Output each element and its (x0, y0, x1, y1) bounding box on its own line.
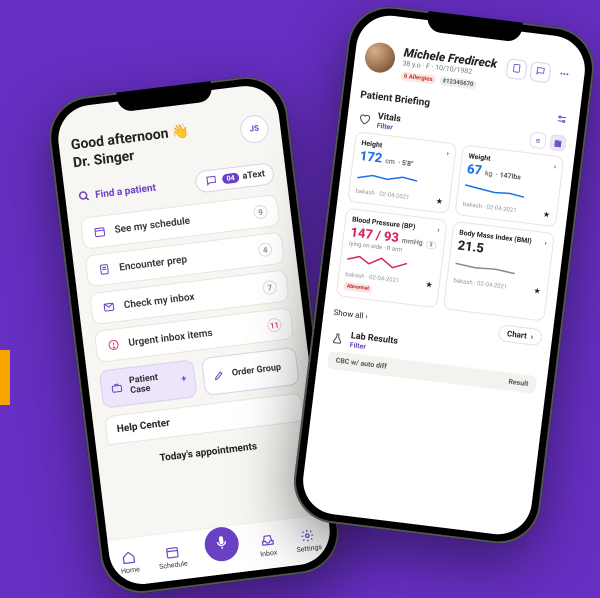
quick-count: 11 (267, 317, 283, 333)
phone-patient: Michele Fredireck 38 y.o · F · 10/10/198… (289, 2, 599, 548)
settings-icon[interactable] (554, 111, 570, 127)
vital-unit: kg (484, 169, 493, 178)
star-icon[interactable]: ★ (533, 286, 541, 296)
vital-bp[interactable]: Blood Pressure (BP)› 147 / 93 mmHg2 lyin… (336, 208, 448, 309)
vital-alt: 5'8" (401, 159, 413, 168)
briefing-title: Patient Briefing (360, 89, 431, 108)
tab-label: Schedule (159, 559, 188, 570)
more-icon: ••• (559, 70, 569, 81)
vital-value: 67 (466, 162, 483, 179)
tab-label: Inbox (260, 548, 278, 558)
tab-schedule[interactable]: Schedule (157, 543, 188, 570)
clipboard-icon (97, 262, 113, 278)
case-label: Patient Case (129, 371, 177, 396)
vital-meta: bakash · 02-04-2021 (462, 201, 517, 215)
chevron-right-icon: › (544, 239, 547, 247)
heart-icon (357, 111, 373, 127)
vital-label: Weight (468, 152, 491, 163)
abnormal-flag: Abnormal (343, 282, 372, 293)
note-icon (511, 62, 523, 76)
star-icon[interactable]: ★ (435, 196, 443, 206)
atext-count: 04 (222, 172, 239, 184)
quick-label: See my schedule (114, 215, 191, 235)
quick-label: Check my inbox (123, 291, 195, 311)
greeting: Good afternoon 👋 Dr. Singer JS (70, 114, 271, 173)
tab-label: Home (121, 565, 141, 575)
star-icon[interactable]: ★ (542, 210, 550, 220)
chat-icon (535, 65, 547, 79)
atext-label: aText (242, 169, 266, 182)
tab-settings[interactable]: Settings (294, 527, 322, 554)
star-icon[interactable]: ★ (425, 280, 433, 290)
plus-icon: + (181, 374, 187, 385)
vital-weight[interactable]: Weight› 67 kg · 147lbs bakash · 02-04-20… (454, 144, 564, 227)
tab-label: Settings (296, 543, 322, 554)
allergy-tag[interactable]: 6 Allergies (400, 71, 436, 84)
inbox-icon (101, 299, 117, 315)
chevron-right-icon: › (530, 332, 534, 341)
vital-bmi[interactable]: Body Mass Index (BMI)› 21.5 bakash · 02-… (443, 221, 555, 322)
lab-col-name: CBC w/ auto diff (335, 356, 387, 370)
find-patient-label: Find a patient (95, 182, 157, 200)
trend-badge: 2 (425, 241, 437, 250)
view-list[interactable]: ≡ (529, 132, 547, 150)
quick-count: 7 (262, 280, 278, 296)
vital-meta: bakash · 02-04-2021 (453, 277, 508, 291)
sparkline (464, 181, 525, 202)
vital-value: 172 (359, 149, 383, 167)
lab-col-result: Result (508, 378, 529, 388)
inbox-icon (259, 532, 275, 548)
message-button[interactable] (529, 61, 551, 83)
vital-alt: 147lbs (499, 171, 521, 182)
calendar-icon (92, 224, 108, 240)
chevron-right-icon: › (437, 226, 440, 234)
list-icon: ≡ (535, 136, 541, 146)
chart-button[interactable]: Chart› (497, 324, 543, 346)
patient-photo[interactable] (363, 41, 396, 74)
vital-label: Height (361, 139, 383, 149)
gear-icon (300, 527, 316, 543)
phone-dashboard: Good afternoon 👋 Dr. Singer JS Find a pa… (44, 72, 343, 598)
tab-home[interactable]: Home (119, 549, 141, 575)
find-patient-link[interactable]: Find a patient (76, 181, 156, 205)
user-avatar[interactable]: JS (239, 114, 270, 145)
alert-icon (106, 337, 122, 353)
note-button[interactable] (505, 58, 527, 80)
search-icon (76, 189, 92, 205)
home-icon (121, 549, 137, 565)
sparkline (357, 168, 418, 189)
tab-inbox[interactable]: Inbox (258, 532, 278, 558)
quick-count: 9 (253, 204, 269, 220)
chevron-right-icon: › (553, 163, 556, 171)
quick-count: 4 (257, 242, 273, 258)
voice-fab[interactable] (203, 525, 241, 563)
chat-icon (204, 173, 220, 189)
mrn-tag: #12345670 (439, 76, 477, 89)
order-label: Order Group (231, 363, 281, 379)
edit-icon (211, 367, 227, 383)
vital-height[interactable]: Height› 172 cm · 5'8" bakash · 02-04-202… (347, 131, 457, 214)
calendar-icon (164, 544, 180, 560)
vital-value: 21.5 (457, 239, 485, 257)
grid-icon: ▦ (554, 138, 563, 148)
atext-button[interactable]: 04 aText (195, 162, 276, 193)
more-button[interactable]: ••• (553, 64, 575, 86)
quick-label: Urgent inbox items (128, 327, 213, 348)
sparkline (455, 257, 516, 278)
new-order-group[interactable]: Order Group (201, 347, 300, 396)
vital-meta: bakash · 02-04-2021 (355, 188, 410, 202)
flask-icon (330, 331, 346, 347)
chevron-right-icon: › (446, 149, 449, 157)
briefcase-icon (109, 380, 125, 396)
quick-label: Encounter prep (119, 254, 188, 273)
sparkline (346, 251, 407, 272)
bottom-tabbar: Home Schedule Inbox Settings (107, 513, 333, 588)
mic-icon (213, 533, 231, 555)
vital-unit: mmHg (401, 237, 423, 248)
view-grid[interactable]: ▦ (549, 134, 567, 152)
vital-unit: cm (385, 157, 396, 166)
show-all-link[interactable]: Show all › (333, 308, 368, 321)
new-patient-case[interactable]: Patient Case + (99, 359, 198, 408)
